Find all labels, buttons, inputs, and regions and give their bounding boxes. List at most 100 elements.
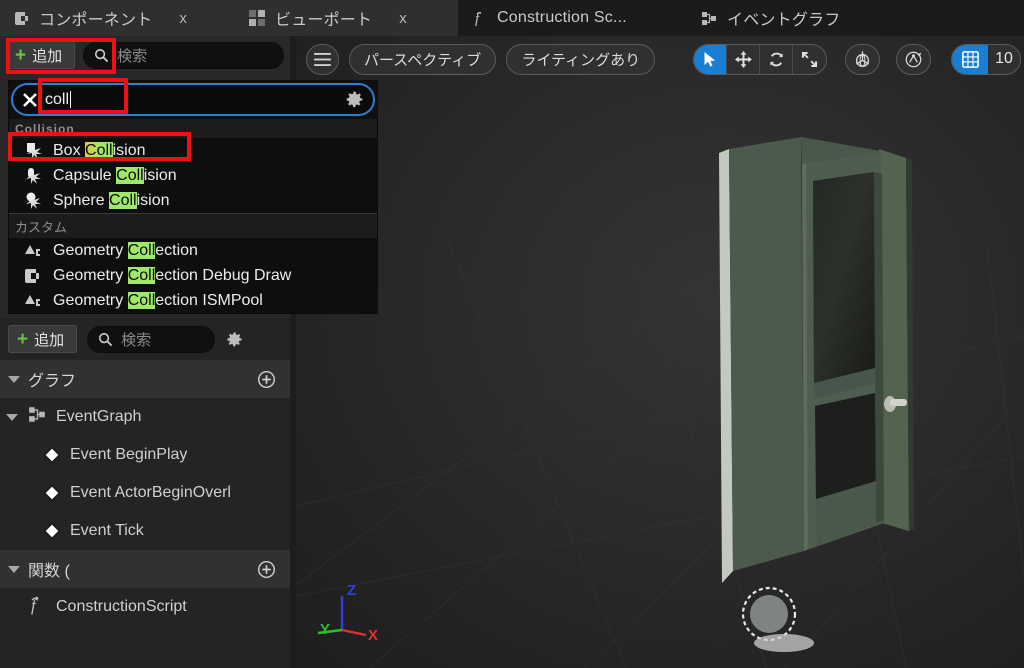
blueprint-row-eventgraph[interactable]: EventGraph: [0, 398, 290, 436]
viewport-grid-icon: [249, 9, 266, 27]
viewport-menu-button[interactable]: [306, 43, 339, 75]
dropdown-group-collision: Box Collision Capsule Collision Sphere C…: [9, 138, 377, 213]
globe-axis-icon: [856, 50, 870, 67]
grid-snap-value[interactable]: 10: [988, 50, 1020, 68]
viewport-axis-gizmo: Z Y X: [314, 578, 394, 648]
tab-viewport[interactable]: ビューポート x: [236, 0, 458, 36]
axis-label-z: Z: [347, 582, 356, 599]
blueprint-settings-gear-icon[interactable]: [225, 330, 244, 349]
item-label-pre: Geometry: [53, 291, 128, 309]
chevron-down-icon[interactable]: [8, 565, 20, 573]
grid-snap-toggle[interactable]: [952, 44, 989, 74]
event-node-icon: [42, 483, 62, 503]
tab-components[interactable]: コンポーネント x: [0, 0, 236, 36]
hamburger-menu-icon: [314, 52, 331, 66]
viewport-3d[interactable]: パースペクティブ ライティングあり 10 Z Y X: [296, 36, 1024, 668]
coordinate-space-group: [845, 43, 881, 75]
blueprint-category-functions[interactable]: 関数 (: [0, 550, 290, 588]
rotate-tool-button[interactable]: [760, 44, 794, 74]
dropdown-settings-gear-icon[interactable]: [344, 89, 365, 110]
dropdown-search-row[interactable]: coll: [11, 83, 375, 116]
dropdown-item-geometry-collection-ismpool[interactable]: Geometry Collection ISMPool: [9, 288, 377, 313]
blueprint-row-event-tick[interactable]: Event Tick: [0, 512, 290, 550]
text-cursor: [70, 91, 72, 108]
surface-snap-group: [896, 43, 932, 75]
item-label-highlight: Coll: [109, 191, 137, 209]
transform-tool-group: [693, 43, 828, 75]
surface-snap-toggle[interactable]: [897, 45, 930, 74]
box-collision-icon: [23, 141, 45, 161]
blueprint-add-button[interactable]: + 追加: [8, 325, 78, 353]
event-graph-icon: [701, 10, 718, 27]
viewport-camera-mode-button[interactable]: パースペクティブ: [349, 43, 497, 75]
item-label-post: ection ISMPool: [155, 291, 263, 309]
components-add-button[interactable]: + 追加: [6, 41, 76, 69]
components-search-input[interactable]: 検索: [83, 41, 284, 69]
component-icon: [13, 10, 30, 27]
item-label-highlight: Coll: [127, 266, 156, 284]
geometry-collection-debug-icon: [23, 266, 45, 286]
blueprint-add-label: 追加: [34, 331, 65, 349]
door-static-mesh[interactable]: [716, 131, 976, 661]
item-label-pre: Geometry: [53, 266, 128, 284]
blueprint-category-functions-label: 関数 (: [28, 563, 70, 580]
world-coordinate-toggle[interactable]: [846, 45, 879, 74]
scale-arrows-icon: [802, 51, 818, 67]
sphere-collision-icon: [23, 191, 45, 211]
blueprint-search-input[interactable]: 検索: [87, 325, 216, 353]
item-label-pre: Box: [53, 141, 86, 159]
dropdown-item-sphere-collision[interactable]: Sphere Collision: [9, 188, 377, 213]
grid-snap-group: 10: [951, 43, 1021, 75]
search-icon: [94, 48, 109, 63]
cursor-arrow-icon: [704, 51, 715, 67]
blueprint-category-graphs-label: グラフ: [28, 373, 77, 390]
geometry-collection-ismpool-icon: [23, 291, 45, 311]
blueprint-category-graphs[interactable]: グラフ: [0, 360, 290, 398]
item-label-post: ision: [143, 166, 177, 184]
blueprint-row-constructionscript-label: ConstructionScript: [56, 598, 187, 615]
add-component-dropdown: coll Collision Box Collision Capsule Col…: [8, 80, 378, 314]
scale-tool-button[interactable]: [793, 45, 826, 74]
capsule-collision-icon: [23, 166, 45, 186]
my-blueprint-panel: + 追加 検索 グラフ EventGraph Event BeginPlay E…: [0, 318, 290, 668]
chevron-down-icon[interactable]: [8, 375, 20, 383]
dropdown-group-custom: Geometry Collection Geometry Collection …: [9, 238, 377, 313]
dropdown-item-geometry-collection[interactable]: Geometry Collection: [9, 238, 377, 263]
blueprint-row-constructionscript[interactable]: f ConstructionScript: [0, 588, 290, 626]
dropdown-item-box-collision[interactable]: Box Collision: [9, 138, 377, 163]
function-icon: f: [26, 595, 48, 620]
dropdown-item-capsule-collision[interactable]: Capsule Collision: [9, 163, 377, 188]
dropdown-search-field[interactable]: coll: [45, 91, 338, 109]
item-label-highlight: Coll: [127, 291, 156, 309]
item-label-post: ision: [136, 191, 170, 209]
event-node-icon: [42, 445, 62, 465]
event-graph-icon: [28, 405, 48, 429]
tab-construction-script[interactable]: f Construction Sc...: [458, 0, 688, 36]
add-function-icon[interactable]: [257, 560, 276, 579]
select-tool-button[interactable]: [694, 44, 728, 74]
chevron-down-icon[interactable]: [6, 413, 18, 421]
blueprint-row-event-beginplay[interactable]: Event BeginPlay: [0, 436, 290, 474]
tab-components-close-icon[interactable]: x: [179, 11, 187, 26]
components-add-label: 追加: [32, 47, 63, 65]
components-search-placeholder: 検索: [117, 47, 148, 65]
move-arrows-icon: [734, 50, 752, 68]
editor-tab-bar: コンポーネント x ビューポート x f Construction Sc...: [0, 0, 1024, 36]
blueprint-row-event-actorbeginoverlap[interactable]: Event ActorBeginOverl: [0, 474, 290, 512]
function-icon: f: [471, 10, 488, 27]
move-tool-button[interactable]: [727, 44, 761, 74]
item-label-highlight: Coll: [127, 241, 156, 259]
unreal-blueprint-editor-window: コンポーネント x ビューポート x f Construction Sc...: [0, 0, 1024, 668]
viewport-view-mode-button[interactable]: ライティングあり: [506, 43, 656, 75]
add-graph-icon[interactable]: [257, 370, 276, 389]
tab-event-graph[interactable]: イベントグラフ: [688, 0, 898, 36]
clear-x-icon[interactable]: [19, 89, 41, 111]
tab-viewport-close-icon[interactable]: x: [399, 11, 407, 26]
my-blueprint-toolbar: + 追加 検索: [0, 318, 290, 360]
item-label-pre: Capsule: [53, 166, 117, 184]
rotate-arrows-icon: [769, 52, 783, 66]
viewport-toolbar: パースペクティブ ライティングあり 10: [296, 36, 1024, 82]
grid-snap-icon: [961, 50, 979, 68]
item-label-post: ection: [155, 241, 198, 259]
dropdown-item-geometry-collection-debug-draw[interactable]: Geometry Collection Debug Draw: [9, 263, 377, 288]
